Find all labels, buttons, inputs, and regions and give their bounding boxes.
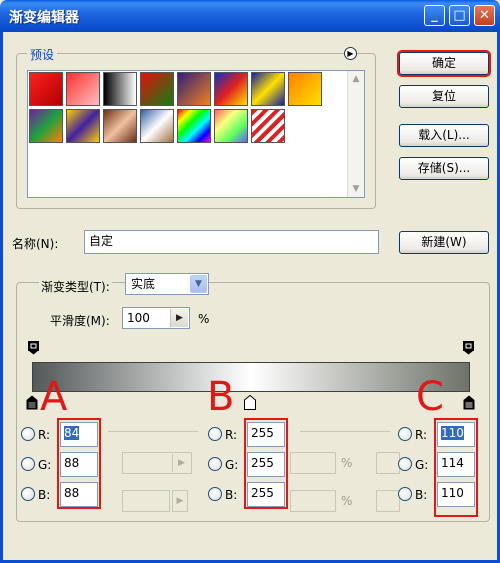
- annotation-box-c: [434, 418, 478, 517]
- label-b-r: R:: [225, 428, 238, 442]
- disabled-percent-input-2: [290, 490, 336, 512]
- label-c-r: R:: [415, 428, 428, 442]
- annotation-letter-c: C: [416, 374, 444, 420]
- radio-c-g[interactable]: [398, 457, 412, 471]
- disabled-location-input: [122, 490, 170, 512]
- disabled-box-1: [376, 452, 400, 474]
- presets-menu-icon[interactable]: ▶: [344, 47, 357, 60]
- radio-c-r[interactable]: [398, 427, 412, 441]
- preset-swatch-gradient-spectrum[interactable]: [177, 109, 211, 143]
- percent-label-2: %: [341, 494, 353, 508]
- scroll-up-icon[interactable]: ▲: [348, 71, 364, 87]
- radio-a-r[interactable]: [21, 427, 35, 441]
- presets-list: ▲ ▼: [27, 70, 365, 198]
- preset-swatch-gradient-red[interactable]: [29, 72, 63, 106]
- label-a-b: B:: [38, 488, 51, 502]
- presets-legend: 预设: [27, 46, 58, 63]
- label-b-g: G:: [225, 458, 239, 472]
- radio-a-g[interactable]: [21, 457, 35, 471]
- preset-swatch-gradient-red-green[interactable]: [140, 72, 174, 106]
- save-button[interactable]: 存储(S)...: [399, 157, 489, 180]
- smoothness-unit: %: [198, 312, 210, 326]
- gradient-type-value: 实底: [131, 277, 156, 291]
- percent-label-1: %: [341, 456, 353, 470]
- preset-swatch-gradient-red-transparent[interactable]: [66, 72, 100, 106]
- preset-swatch-gradient-transparent-rainbow[interactable]: [214, 109, 248, 143]
- annotation-box-a: [57, 418, 101, 509]
- preset-swatch-gradient-blue-red-yellow[interactable]: [214, 72, 248, 106]
- color-stop-b-icon[interactable]: [244, 395, 256, 410]
- smoothness-label: 平滑度(M):: [50, 314, 110, 328]
- annotation-letter-b: B: [207, 374, 235, 420]
- gradient-type-label: 渐变类型(T):: [39, 278, 112, 295]
- smoothness-arrow-icon[interactable]: ▶: [170, 309, 188, 327]
- label-b-b: B:: [225, 488, 238, 502]
- minimize-icon[interactable]: _: [424, 5, 445, 26]
- name-input[interactable]: 自定: [84, 230, 379, 254]
- color-stop-c-icon[interactable]: [463, 395, 475, 410]
- smoothness-value: 100: [127, 311, 150, 325]
- label-a-g: G:: [38, 458, 52, 472]
- gradient-type-select[interactable]: 实底 ▼: [125, 273, 209, 295]
- close-icon[interactable]: ✕: [474, 5, 495, 26]
- preset-swatch-gradient-yellow-violet[interactable]: [66, 109, 100, 143]
- maximize-icon[interactable]: □: [449, 5, 470, 26]
- chevron-down-icon[interactable]: ▼: [190, 275, 207, 293]
- radio-b-r[interactable]: [208, 427, 222, 441]
- preset-swatch-gradient-violet-orange[interactable]: [177, 72, 211, 106]
- label-a-r: R:: [38, 428, 51, 442]
- name-label: 名称(N):: [12, 237, 59, 251]
- scroll-down-icon[interactable]: ▼: [348, 181, 364, 197]
- radio-b-b[interactable]: [208, 487, 222, 501]
- preset-swatch-gradient-copper[interactable]: [103, 109, 137, 143]
- reset-button[interactable]: 复位: [399, 85, 489, 108]
- opacity-stop-right-icon[interactable]: [463, 341, 474, 355]
- preset-swatch-gradient-blue-yellow-blue[interactable]: [251, 72, 285, 106]
- radio-a-b[interactable]: [21, 487, 35, 501]
- opacity-stop-left-icon[interactable]: [28, 341, 39, 355]
- color-stop-a-icon[interactable]: [26, 395, 38, 410]
- load-button[interactable]: 载入(L)...: [399, 124, 489, 147]
- preset-swatch-gradient-transparent-stripes[interactable]: [251, 109, 285, 143]
- new-button[interactable]: 新建(W): [399, 231, 489, 254]
- preset-swatch-gradient-violet-green-orange[interactable]: [29, 109, 63, 143]
- title-bar: 渐变编辑器 _ □ ✕: [0, 0, 500, 32]
- disabled-opacity-input: ▶: [122, 452, 192, 474]
- disabled-location-arrow-icon: ▶: [172, 490, 188, 512]
- label-c-g: G:: [415, 458, 429, 472]
- annotation-letter-a: A: [40, 374, 68, 420]
- divider: [300, 431, 390, 432]
- radio-c-b[interactable]: [398, 487, 412, 501]
- divider: [108, 431, 198, 432]
- window-title: 渐变编辑器: [9, 10, 79, 26]
- smoothness-input[interactable]: 100 ▶: [122, 307, 190, 329]
- radio-b-g[interactable]: [208, 457, 222, 471]
- name-input-value: 自定: [89, 234, 114, 248]
- annotation-box-b: [244, 418, 288, 509]
- disabled-box-2: [376, 490, 400, 512]
- disabled-percent-input-1: [290, 452, 336, 474]
- presets-scrollbar[interactable]: ▲ ▼: [347, 71, 364, 197]
- gradient-preview-bar[interactable]: [32, 362, 470, 392]
- preset-swatch-gradient-chrome[interactable]: [140, 109, 174, 143]
- preset-swatch-gradient-black-white[interactable]: [103, 72, 137, 106]
- label-c-b: B:: [415, 488, 428, 502]
- ok-button[interactable]: 确定: [397, 50, 491, 77]
- disabled-arrow-icon: ▶: [172, 454, 190, 472]
- preset-swatch-gradient-orange-yellow[interactable]: [288, 72, 322, 106]
